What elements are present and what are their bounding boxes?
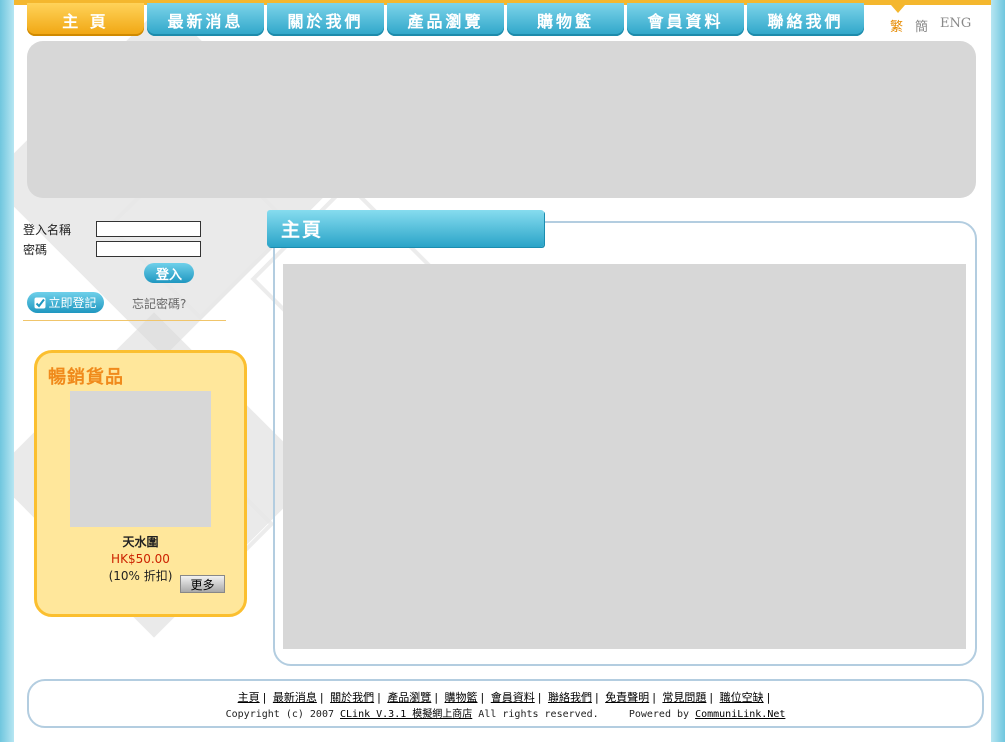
footer-separator: | (319, 691, 324, 704)
username-input[interactable] (96, 221, 201, 237)
copyright-prefix: Copyright (c) 2007 (225, 709, 334, 720)
language-switcher: 繁 簡 ENG (890, 16, 971, 35)
rights-text: All rights reserved. (478, 709, 599, 720)
tab-cart[interactable]: 購物籃 (507, 3, 624, 36)
footer-separator: | (377, 691, 381, 704)
footer-link-jobs[interactable]: 職位空缺 (720, 691, 764, 704)
register-label: 立即登記 (48, 296, 97, 310)
footer: 主頁 | 最新消息 | 關於我們 | 產品瀏覽 | 購物籃 | 會員資料 | 聯絡我們 | 免… (27, 679, 984, 728)
main-nav: 主 頁 最新消息 關於我們 產品瀏覽 購物籃 會員資料 聯絡我們 (27, 3, 864, 37)
banner-image (27, 41, 976, 198)
lang-simplified[interactable]: 簡 (915, 16, 928, 35)
footer-links: 主頁 | 最新消息 | 關於我們 | 產品瀏覽 | 購物籃 | 會員資料 | 聯絡我們 | 免… (29, 689, 982, 705)
footer-copyright: Copyright (c) 2007 CLink V.3.1 模擬網上商店 Al… (29, 705, 982, 720)
footer-link-disclaimer[interactable]: 免責聲明 (605, 691, 649, 704)
footer-separator: | (709, 691, 714, 704)
footer-separator: | (262, 691, 267, 704)
tab-products[interactable]: 產品瀏覽 (387, 3, 504, 36)
footer-link-faq[interactable]: 常見問題 (662, 691, 706, 704)
footer-link-home[interactable]: 主頁 (238, 691, 260, 704)
forgot-password-link[interactable]: 忘記密碼? (132, 295, 186, 312)
language-marker-icon (891, 5, 905, 13)
frame-left (0, 0, 14, 742)
content-area (283, 264, 966, 649)
lang-traditional[interactable]: 繁 (890, 16, 903, 35)
product-image[interactable] (70, 391, 211, 527)
footer-link-about[interactable]: 關於我們 (330, 691, 374, 704)
tab-contact[interactable]: 聯絡我們 (747, 3, 864, 36)
footer-link-products[interactable]: 產品瀏覽 (387, 691, 431, 704)
footer-separator: | (434, 691, 439, 704)
check-icon (34, 297, 46, 308)
password-label: 密碼 (23, 243, 48, 257)
password-input[interactable] (96, 241, 201, 257)
footer-link-news[interactable]: 最新消息 (273, 691, 317, 704)
footer-link-contact[interactable]: 聯絡我們 (548, 691, 592, 704)
footer-link-member[interactable]: 會員資料 (491, 691, 535, 704)
bestseller-title: 暢銷貨品 (48, 367, 124, 388)
page: 主 頁 最新消息 關於我們 產品瀏覽 購物籃 會員資料 聯絡我們 繁 簡 ENG… (14, 0, 991, 742)
footer-separator: | (480, 691, 485, 704)
username-label: 登入名稱 (23, 223, 72, 237)
footer-separator: | (652, 691, 656, 704)
login-button[interactable]: 登入 (144, 263, 194, 283)
tab-member[interactable]: 會員資料 (627, 3, 744, 36)
tab-home[interactable]: 主 頁 (27, 3, 144, 36)
powered-link[interactable]: CommuniLink.Net (695, 709, 785, 720)
footer-separator: | (594, 691, 599, 704)
frame-right (991, 0, 1005, 742)
copyright-link[interactable]: CLink V.3.1 模擬網上商店 (340, 709, 472, 720)
footer-link-cart[interactable]: 購物籃 (445, 691, 478, 704)
tab-news[interactable]: 最新消息 (147, 3, 264, 36)
register-button[interactable]: 立即登記 (27, 292, 104, 313)
product-price: HK$50.00 (111, 552, 170, 566)
page-title: 主頁 (267, 210, 544, 247)
login-divider (23, 320, 226, 321)
powered-prefix: Powered by (628, 709, 690, 720)
footer-separator: | (766, 691, 771, 704)
product-name[interactable]: 天水圍 (37, 533, 244, 550)
more-button[interactable]: 更多 (180, 575, 225, 593)
bestseller-panel: 暢銷貨品 天水圍 HK$50.00 (10% 折扣) 更多 (34, 350, 247, 617)
lang-english[interactable]: ENG (940, 16, 971, 35)
footer-separator: | (537, 691, 542, 704)
tab-about[interactable]: 關於我們 (267, 3, 384, 36)
